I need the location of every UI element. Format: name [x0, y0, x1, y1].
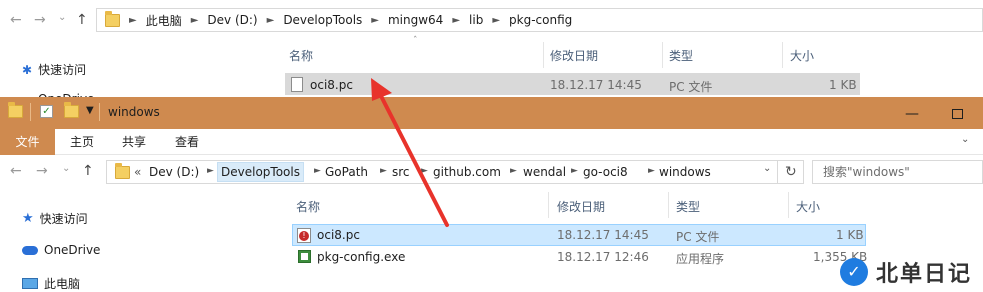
watermark: ✓ 北单日记 [840, 256, 972, 288]
annotation-arrow [371, 78, 449, 227]
arrow-shaft [378, 92, 449, 227]
watermark-text: 北单日记 [876, 262, 973, 287]
watermark-logo: ✓ [840, 258, 868, 286]
